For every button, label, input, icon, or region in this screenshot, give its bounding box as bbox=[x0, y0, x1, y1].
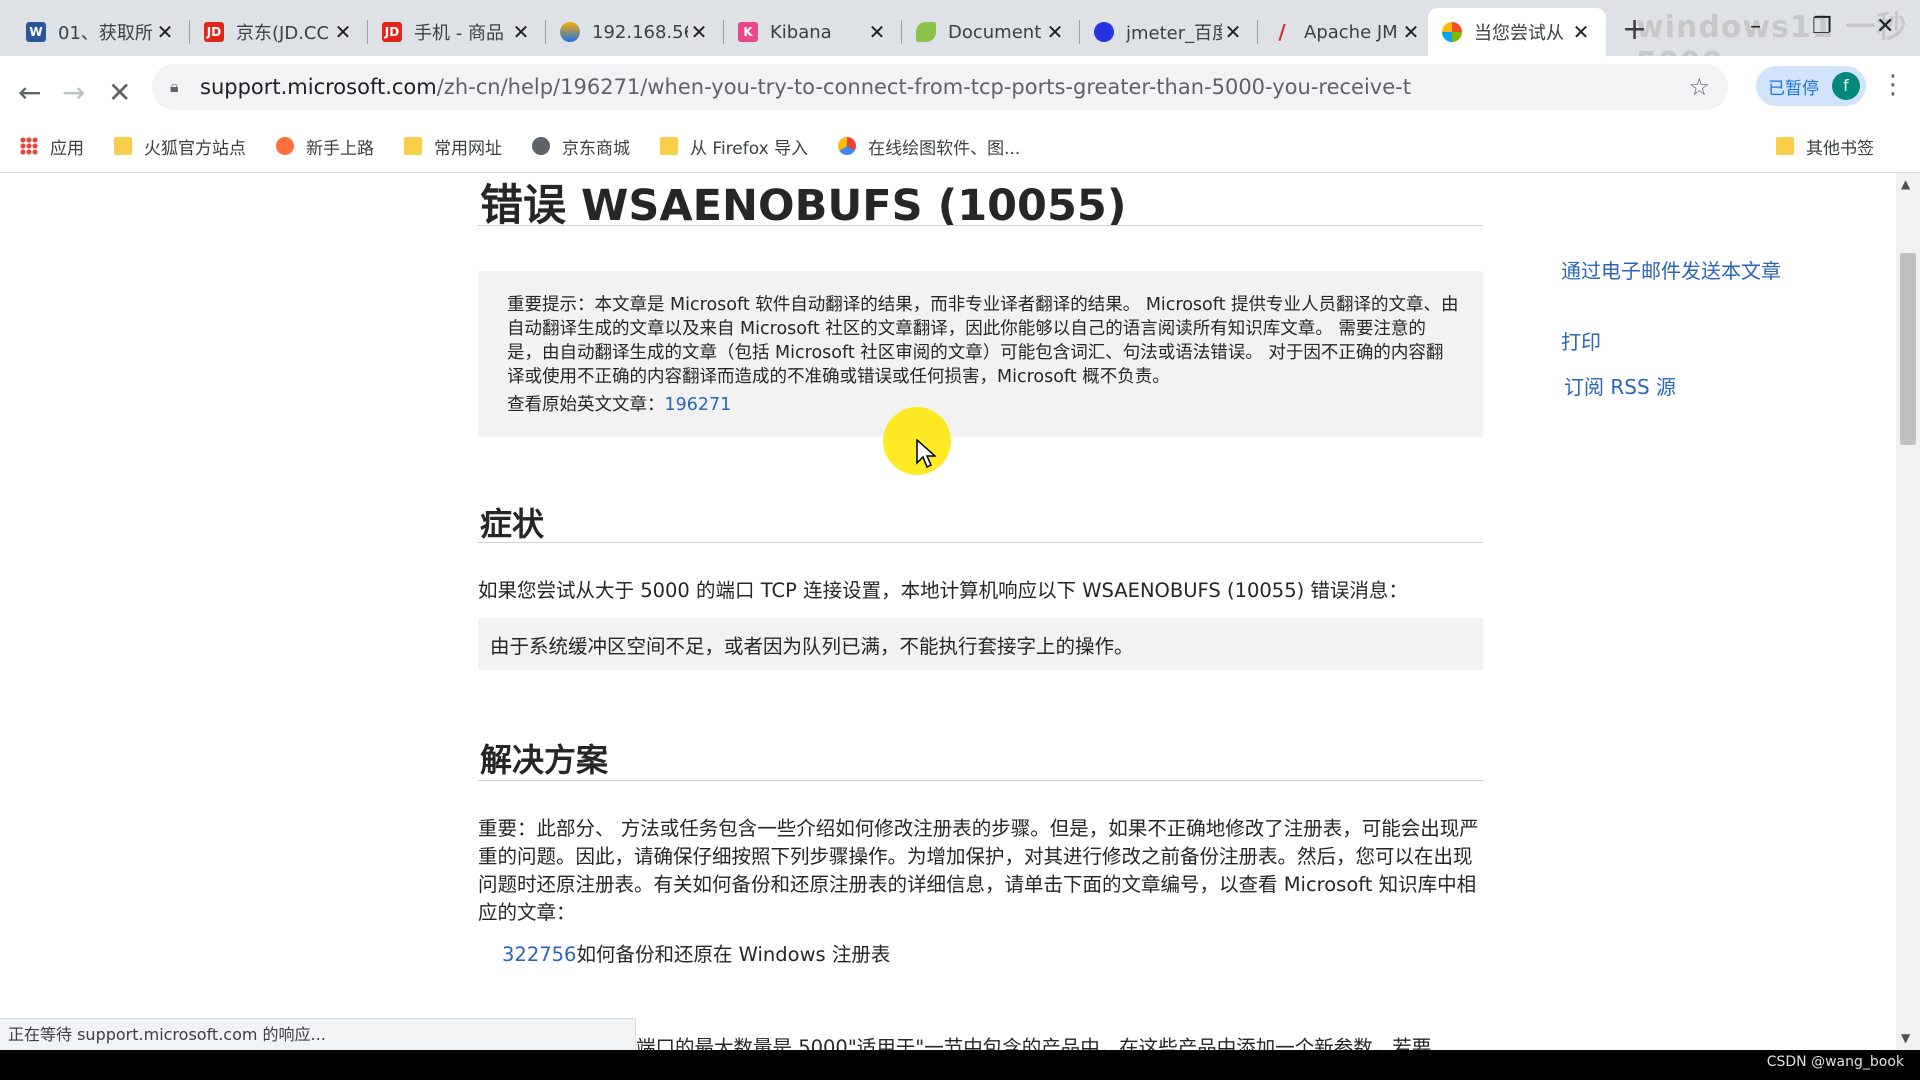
baidu-paw-icon bbox=[1094, 22, 1114, 42]
tab-active[interactable]: 当您尝试从 ✕ bbox=[1428, 8, 1606, 56]
close-tab-icon[interactable]: ✕ bbox=[866, 20, 888, 44]
close-tab-icon[interactable]: ✕ bbox=[1400, 20, 1422, 44]
avatar: f bbox=[1832, 72, 1860, 100]
bookmark-apps[interactable]: 应用 bbox=[20, 134, 84, 159]
tab-4[interactable]: 192.168.56 ✕ bbox=[546, 8, 724, 56]
folder-icon bbox=[404, 137, 422, 155]
symptom-heading: 症状 bbox=[480, 505, 545, 543]
symptom-text: 如果您尝试从大于 5000 的端口 TCP 连接设置，本地计算机响应以下 WSA… bbox=[478, 579, 1408, 602]
bookmark-jd-mall[interactable]: 京东商城 bbox=[532, 134, 630, 159]
apps-grid-icon bbox=[20, 137, 38, 155]
close-tab-icon[interactable]: ✕ bbox=[1044, 20, 1066, 44]
bookmarks-bar: 应用 火狐官方站点 新手上路 常用网址 京东商城 从 Firefox 导入 在线… bbox=[0, 120, 1920, 173]
solution-text: 重要：此部分、 方法或任务包含一些介绍如何修改注册表的步骤。但是，如果不正确地修… bbox=[478, 817, 1479, 924]
stop-loading-icon[interactable]: ✕ bbox=[108, 76, 131, 109]
close-tab-icon[interactable]: ✕ bbox=[1570, 20, 1592, 44]
lock-icon[interactable]: 🔒︎ bbox=[170, 77, 186, 97]
tab-7[interactable]: jmeter_百度 ✕ bbox=[1080, 8, 1258, 56]
back-arrow-icon[interactable]: ← bbox=[18, 76, 41, 109]
folder-icon bbox=[114, 137, 132, 155]
forward-arrow-icon[interactable]: → bbox=[62, 76, 85, 109]
rss-link[interactable]: 订阅 RSS 源 bbox=[1564, 371, 1824, 400]
folder-icon bbox=[1776, 137, 1794, 155]
word-icon: W bbox=[26, 22, 46, 42]
divider bbox=[478, 780, 1483, 781]
error-message-box: 由于系统缓冲区空间不足，或者因为队列已满，不能执行套接字上的操作。 bbox=[478, 618, 1483, 670]
close-tab-icon[interactable]: ✕ bbox=[688, 20, 710, 44]
leaf-icon bbox=[916, 22, 936, 42]
globe-icon bbox=[532, 137, 550, 155]
loading-microsoft-icon bbox=[1442, 22, 1462, 42]
print-link[interactable]: 打印 bbox=[1561, 326, 1821, 355]
bookmark-star-icon[interactable]: ☆ bbox=[1688, 73, 1710, 101]
bookmark-common-sites[interactable]: 常用网址 bbox=[404, 134, 502, 159]
bookmark-drawing-software[interactable]: 在线绘图软件、图... bbox=[838, 134, 1020, 159]
jd-icon: JD bbox=[204, 22, 224, 42]
tab-6[interactable]: Document ✕ bbox=[902, 8, 1080, 56]
original-article-link[interactable]: 196271 bbox=[665, 395, 732, 415]
status-bar: 正在等待 support.microsoft.com 的响应... bbox=[0, 1018, 636, 1050]
tab-3[interactable]: JD 手机 - 商品 ✕ bbox=[368, 8, 546, 56]
close-tab-icon[interactable]: ✕ bbox=[510, 20, 532, 44]
kb-reference: 322756如何备份和还原在 Windows 注册表 bbox=[502, 943, 891, 966]
firefox-icon bbox=[276, 137, 294, 155]
bookmark-firefox-import[interactable]: 从 Firefox 导入 bbox=[660, 134, 808, 159]
email-article-link[interactable]: 通过电子邮件发送本文章 bbox=[1532, 257, 1792, 286]
scroll-up-icon[interactable]: ▲ bbox=[1901, 177, 1910, 191]
new-tab-button[interactable]: + bbox=[1622, 12, 1647, 47]
kb-article-link[interactable]: 322756 bbox=[502, 943, 576, 966]
kibana-icon: K bbox=[738, 22, 758, 42]
apache-feather-icon: / bbox=[1278, 20, 1286, 44]
truncated-text: 端口的最大数量是 5000"适用于"一节中包含的产品中，在这些产品中添加一个新参… bbox=[636, 1036, 1432, 1050]
kebab-menu-icon[interactable]: ⋮ bbox=[1880, 70, 1906, 100]
elastic-icon bbox=[560, 22, 580, 42]
translation-notice: 重要提示：本文章是 Microsoft 软件自动翻译的结果，而非专业译者翻译的结… bbox=[478, 271, 1483, 437]
tab-2[interactable]: JD 京东(JD.CC ✕ bbox=[190, 8, 368, 56]
scrollbar-thumb[interactable] bbox=[1900, 253, 1916, 445]
bookmark-other[interactable]: 其他书签 bbox=[1776, 134, 1874, 159]
jd-icon: JD bbox=[382, 22, 402, 42]
bookmark-getting-started[interactable]: 新手上路 bbox=[276, 134, 374, 159]
sync-paused-button[interactable]: 已暂停 f bbox=[1756, 66, 1866, 106]
divider bbox=[478, 225, 1483, 226]
web-page: 错误 WSAENOBUFS (10055) 重要提示：本文章是 Microsof… bbox=[0, 173, 1920, 1050]
restore-button[interactable]: ❐ bbox=[1812, 14, 1832, 39]
close-tab-icon[interactable]: ✕ bbox=[1222, 20, 1244, 44]
tab-5[interactable]: K Kibana ✕ bbox=[724, 8, 902, 56]
bookmark-firefox-official[interactable]: 火狐官方站点 bbox=[114, 134, 246, 159]
page-title: 错误 WSAENOBUFS (10055) bbox=[480, 181, 1127, 231]
divider bbox=[478, 542, 1483, 543]
solution-heading: 解决方案 bbox=[480, 741, 609, 779]
address-bar[interactable]: 🔒︎ support.microsoft.com/zh-cn/help/1962… bbox=[152, 64, 1728, 110]
close-window-button[interactable]: ✕ bbox=[1876, 14, 1894, 39]
close-tab-icon[interactable]: ✕ bbox=[332, 20, 354, 44]
url-text[interactable]: support.microsoft.com/zh-cn/help/196271/… bbox=[200, 75, 1411, 99]
tab-1[interactable]: W 01、获取所 ✕ bbox=[12, 8, 190, 56]
vertical-scrollbar[interactable]: ▲ ▼ bbox=[1896, 173, 1920, 1050]
tab-strip: windows11 一秒5000 W 01、获取所 ✕ JD 京东(JD.CC … bbox=[0, 0, 1920, 81]
drawing-app-icon bbox=[838, 137, 857, 155]
scroll-down-icon[interactable]: ▼ bbox=[1901, 1031, 1910, 1045]
close-tab-icon[interactable]: ✕ bbox=[154, 20, 176, 44]
credit-watermark: CSDN @wang_book bbox=[1766, 1054, 1904, 1070]
minimize-button[interactable]: – bbox=[1750, 14, 1761, 39]
mouse-pointer-icon bbox=[916, 439, 936, 469]
folder-icon bbox=[660, 137, 678, 155]
browser-window: windows11 一秒5000 W 01、获取所 ✕ JD 京东(JD.CC … bbox=[0, 0, 1920, 1050]
tab-8[interactable]: / Apache JM ✕ bbox=[1258, 8, 1436, 56]
